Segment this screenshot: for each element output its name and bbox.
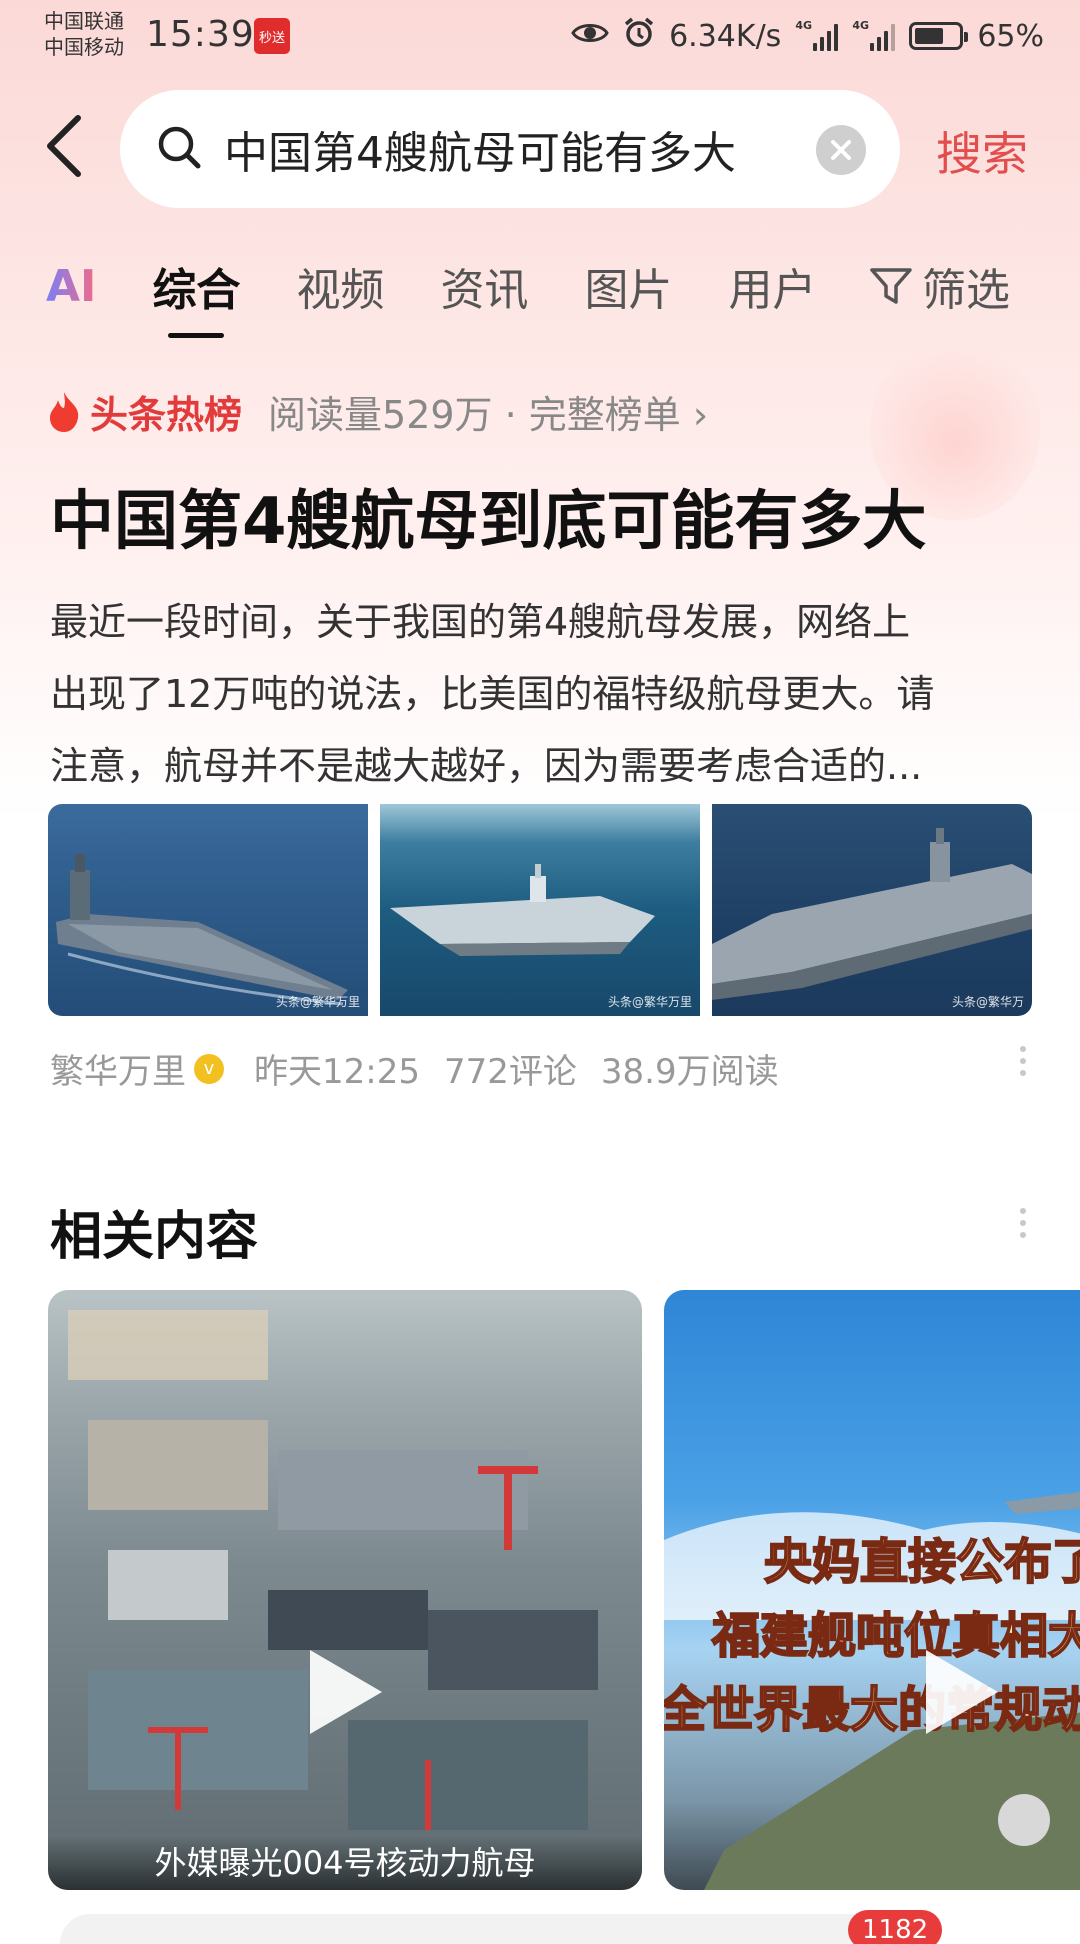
article-image-carrier-2[interactable]: 头条@繁华万里 <box>380 804 700 1016</box>
related-video-card-2[interactable]: 央妈直接公布了 福建舰吨位真相大 全世界最大的常规动 <box>664 1290 1080 1890</box>
carrier-2: 中国移动 <box>44 35 124 59</box>
video-2-overlay-line: 福建舰吨位真相大 <box>711 1607 1080 1665</box>
article-more-button[interactable] <box>1020 1046 1028 1076</box>
video-2-overlay-line: 全世界最大的常规动 <box>664 1681 1080 1739</box>
summary-line: 注意，航母并不是越大越好，因为需要考虑合适的... <box>50 744 923 788</box>
summary-line: 最近一段时间，关于我国的第4艘航母发展，网络上 <box>50 600 911 644</box>
related-video-card-1[interactable]: 外媒曝光004号核动力航母 <box>48 1290 642 1890</box>
clear-search-button[interactable] <box>816 125 866 175</box>
filter-label: 筛选 <box>922 265 1010 316</box>
flame-icon <box>50 391 79 432</box>
search-query-text: 中国第4艘航母可能有多大 <box>224 128 736 179</box>
carrier-1: 中国联通 <box>44 9 124 33</box>
image-watermark: 头条@繁华万 <box>951 995 1024 1009</box>
comment-count: 772评论 <box>443 1052 577 1092</box>
tab-images[interactable]: 图片 <box>584 254 672 318</box>
eye-icon <box>571 19 609 54</box>
article-summary[interactable]: 最近一段时间，关于我国的第4艘航母发展，网络上 出现了12万吨的说法，比美国的福… <box>50 586 1030 802</box>
app-notification-icon: 秒送 <box>254 18 290 54</box>
hot-list-title: 头条热榜 <box>90 393 243 437</box>
signal-2-icon: 4G <box>852 19 896 51</box>
battery-icon <box>909 22 969 50</box>
carrier-illustration-1 <box>56 854 348 1006</box>
hot-list-meta: 阅读量529万 · 完整榜单 › <box>268 393 709 437</box>
carrier-illustration-2 <box>390 864 655 956</box>
video-1-caption: 外媒曝光004号核动力航母 <box>48 1836 642 1890</box>
close-icon <box>831 140 851 160</box>
shipyard-aerial-image <box>68 1310 598 1830</box>
image-watermark: 头条@繁华万里 <box>607 995 692 1009</box>
comment-count-badge[interactable]: 1182 <box>848 1910 943 1944</box>
publish-time: 昨天12:25 <box>254 1052 420 1092</box>
net-speed: 6.34K/s <box>669 18 782 54</box>
signal-1-tag: 4G <box>795 19 812 32</box>
signal-2-tag: 4G <box>852 19 869 32</box>
status-time: 15:39 <box>146 14 255 55</box>
back-button[interactable] <box>44 114 94 184</box>
tab-ai[interactable]: AI <box>46 261 96 312</box>
result-tabs: AI 综合 视频 资讯 图片 用户 <box>46 254 872 338</box>
search-icon <box>156 124 202 174</box>
summary-line: 出现了12万吨的说法，比美国的福特级航母更大。请 <box>50 672 935 716</box>
video-2-overlay-line: 央妈直接公布了 <box>763 1533 1080 1591</box>
tab-video[interactable]: 视频 <box>296 254 384 318</box>
article-image-carrier-3[interactable]: 头条@繁华万 <box>712 804 1032 1016</box>
carrier-illustration-3 <box>712 828 1032 1000</box>
tab-news[interactable]: 资讯 <box>440 254 528 318</box>
chevron-left-icon <box>47 115 81 177</box>
article-meta: 繁华万里 v 昨天12:25 772评论 38.9万阅读 <box>50 1044 803 1093</box>
tab-comprehensive[interactable]: 综合 <box>152 254 240 338</box>
hot-list-link[interactable]: 头条热榜 阅读量529万 · 完整榜单 › <box>46 384 708 439</box>
search-button[interactable]: 搜索 <box>936 118 1028 184</box>
search-input[interactable]: 中国第4艘航母可能有多大 <box>120 90 900 208</box>
bottom-comment-input[interactable] <box>60 1914 880 1944</box>
image-watermark: 头条@繁华万里 <box>275 995 360 1009</box>
alarm-icon <box>623 16 655 56</box>
article-headline[interactable]: 中国第4艘航母到底可能有多大 <box>50 470 927 562</box>
battery-percent: 65% <box>977 18 1044 54</box>
read-count: 38.9万阅读 <box>600 1052 779 1092</box>
status-icons: 6.34K/s 4G 4G 65% <box>571 16 1044 56</box>
article-image-carrier-1[interactable]: 头条@繁华万里 <box>48 804 368 1016</box>
filter-icon <box>870 268 912 304</box>
play-icon <box>926 1650 998 1734</box>
related-more-button[interactable] <box>1020 1208 1028 1238</box>
tab-users[interactable]: 用户 <box>728 254 816 318</box>
play-icon <box>310 1650 382 1734</box>
author-name[interactable]: 繁华万里 <box>50 1044 186 1093</box>
related-section-title: 相关内容 <box>50 1207 259 1267</box>
article-images: 头条@繁华万里 头条@繁华万里 头条@繁华万 <box>48 804 1032 1016</box>
signal-1-icon: 4G <box>795 19 839 51</box>
carrier-labels: 中国联通 中国移动 <box>44 8 154 60</box>
filter-button[interactable]: 筛选 <box>870 254 1010 318</box>
verified-badge-icon: v <box>194 1053 224 1084</box>
